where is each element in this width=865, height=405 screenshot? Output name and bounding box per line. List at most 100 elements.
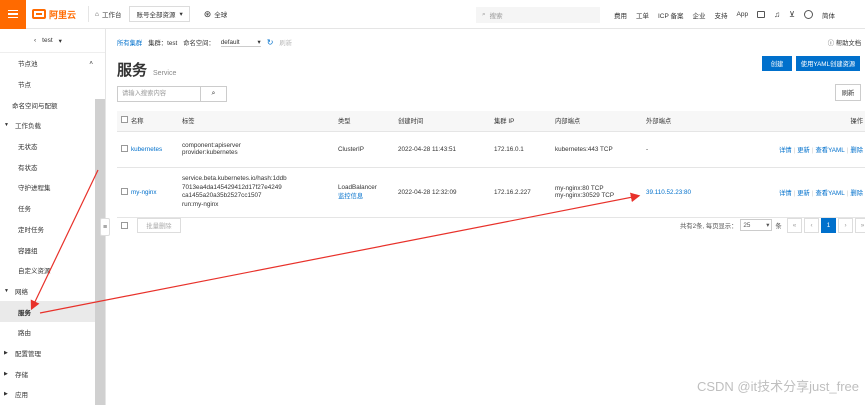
- sidebar-item[interactable]: 定时任务: [0, 219, 105, 240]
- menu-support[interactable]: 支持: [715, 10, 728, 20]
- table-row: my-nginx service.beta.kubernetes.io/hash…: [117, 167, 865, 218]
- update-link[interactable]: 更新: [797, 147, 810, 154]
- sidebar-item[interactable]: 自定义资源: [0, 260, 105, 281]
- menu-tickets[interactable]: 工单: [636, 10, 649, 20]
- page-size-select[interactable]: 25 ▾: [740, 219, 773, 231]
- logo-text: 阿里云: [49, 9, 77, 20]
- sidebar-item-label: 配置管理: [15, 350, 41, 358]
- label-line: ca1455a20a35b2527cc1507: [182, 192, 262, 199]
- sidebar-item[interactable]: 守护进程集: [0, 177, 105, 198]
- sidebar-item[interactable]: 任务: [0, 198, 105, 219]
- lang-switch[interactable]: 简体: [822, 10, 835, 20]
- cluster-ip: 172.16.2.227: [494, 167, 555, 218]
- internal-endpoint: kubernetes:443 TCP: [555, 145, 613, 153]
- create-from-yaml-button[interactable]: 使用YAML创建资源: [796, 56, 860, 71]
- label-line: provider:kubernetes: [182, 149, 238, 156]
- sidebar-item[interactable]: ▼ 网络: [0, 281, 105, 302]
- breadcrumb-cluster: test: [167, 40, 178, 47]
- sidebar-item-label: 守护进程集: [18, 185, 51, 193]
- table-row: kubernetes component:apiserver provider:k…: [117, 131, 865, 168]
- delete-link[interactable]: 删除: [850, 147, 863, 154]
- breadcrumb-all-clusters[interactable]: 所有集群: [117, 38, 142, 47]
- screen-icon[interactable]: [757, 11, 766, 18]
- monitoring-link[interactable]: 监控信息: [338, 191, 398, 200]
- search-input[interactable]: 请输入搜索内容: [117, 86, 201, 102]
- details-link[interactable]: 详情: [779, 147, 792, 154]
- sidebar-item-label: 路由: [18, 330, 31, 338]
- create-button[interactable]: 创建: [762, 56, 792, 71]
- first-page-button[interactable]: «: [787, 217, 802, 233]
- prev-page-button[interactable]: ‹: [804, 217, 819, 233]
- delete-link[interactable]: 删除: [850, 190, 863, 197]
- row-checkbox[interactable]: [121, 144, 128, 152]
- column-header-cluster-ip: 集群 IP: [494, 111, 555, 132]
- bell-icon[interactable]: ♫: [774, 10, 780, 19]
- cluster-switcher[interactable]: ‹ test ▾: [0, 29, 105, 53]
- menu-fees[interactable]: 费用: [614, 10, 627, 20]
- column-header-created: 创建时间: [398, 111, 494, 132]
- page-title: 服务 Service: [117, 62, 177, 79]
- row-actions: 详情 | 更新 | 查看YAML | 删除: [763, 131, 865, 168]
- service-name-link[interactable]: my-nginx: [131, 189, 157, 196]
- sidebar-item[interactable]: ▶ 应用: [0, 384, 105, 405]
- sidebar-scrollbar[interactable]: [95, 99, 105, 405]
- label-line: run:my-nginx: [182, 200, 219, 208]
- table-footer: 批量删除 共有2条, 每页显示： 25 ▾ 条 « ‹ 1 › »: [117, 212, 865, 238]
- view-yaml-link[interactable]: 查看YAML: [815, 147, 844, 154]
- last-page-button[interactable]: »: [855, 217, 865, 233]
- menu-icp[interactable]: ICP 备案: [658, 10, 684, 20]
- sidebar-item[interactable]: 容器组: [0, 239, 105, 260]
- aliyun-logo-icon: [32, 9, 46, 19]
- sidebar-item[interactable]: 节点: [0, 74, 105, 95]
- external-endpoint-link[interactable]: 39.110.52.23:80: [646, 189, 691, 196]
- details-link[interactable]: 详情: [779, 190, 792, 197]
- menu-enterprise[interactable]: 企业: [693, 10, 706, 20]
- sidebar-item[interactable]: 命名空间与配额: [0, 94, 105, 115]
- search-bar: 请输入搜索内容 ⌕: [117, 86, 227, 102]
- column-header-labels: 标签: [182, 111, 338, 132]
- update-link[interactable]: 更新: [797, 190, 810, 197]
- help-icon: ⓘ: [827, 40, 835, 47]
- sidebar-item[interactable]: ▶ 配置管理: [0, 343, 105, 364]
- chevron-up-icon[interactable]: ˄: [89, 60, 93, 67]
- region-select[interactable]: ⊛ 全球: [204, 9, 228, 20]
- column-header-type: 类型: [338, 111, 398, 132]
- home-icon: ⌂: [95, 10, 99, 18]
- chevron-left-icon[interactable]: ‹: [34, 37, 36, 44]
- hamburger-menu-button[interactable]: [0, 0, 26, 29]
- help-icon[interactable]: [803, 10, 813, 19]
- row-checkbox[interactable]: [121, 187, 128, 195]
- aliyun-logo[interactable]: 阿里云: [32, 8, 82, 21]
- page-1-button[interactable]: 1: [821, 217, 836, 233]
- next-page-button[interactable]: ›: [838, 217, 853, 233]
- sidebar-item-label: 工作负载: [15, 123, 41, 131]
- namespace-select[interactable]: default ▾: [220, 39, 261, 47]
- help-doc-link[interactable]: ⓘ 帮助文档: [828, 38, 861, 47]
- sidebar-item[interactable]: 有状态: [0, 156, 105, 177]
- global-search-input[interactable]: ⌕ 搜索: [476, 7, 600, 23]
- view-yaml-link[interactable]: 查看YAML: [815, 190, 844, 197]
- cart-icon[interactable]: ⊻: [789, 10, 795, 19]
- caret-right-icon: ▶: [4, 349, 8, 356]
- sidebar-item[interactable]: 无状态: [0, 136, 105, 157]
- resource-group-select[interactable]: 账号全部资源 ▾: [129, 6, 190, 22]
- sidebar-item[interactable]: ▼ 工作负载: [0, 115, 105, 136]
- sidebar-item[interactable]: ▶ 存储: [0, 363, 105, 384]
- search-button[interactable]: ⌕: [201, 86, 227, 102]
- refresh-link[interactable]: 刷新: [279, 38, 292, 47]
- services-table: 名称 标签 类型 创建时间 集群 IP 内部端点 外部端点 操作 kuberne…: [117, 111, 865, 218]
- service-name-link[interactable]: kubernetes: [131, 146, 162, 153]
- caret-down-icon: ▼: [4, 287, 9, 294]
- cluster-ip: 172.16.0.1: [494, 131, 555, 168]
- menu-app[interactable]: App: [737, 11, 749, 18]
- select-all-checkbox[interactable]: [121, 116, 128, 124]
- sidebar-item[interactable]: 节点池 ˄: [0, 53, 105, 74]
- sidebar-item[interactable]: 服务: [0, 301, 105, 322]
- sidebar-item[interactable]: 路由: [0, 322, 105, 343]
- row-actions: 详情 | 更新 | 查看YAML | 删除: [763, 167, 865, 218]
- refresh-icon[interactable]: ↻: [267, 38, 274, 47]
- batch-delete-button[interactable]: 批量删除: [137, 217, 181, 233]
- workbench-link[interactable]: ⌂ 工作台: [95, 9, 121, 20]
- refresh-button[interactable]: 刷新: [835, 84, 861, 101]
- footer-select-all-checkbox[interactable]: [121, 221, 128, 229]
